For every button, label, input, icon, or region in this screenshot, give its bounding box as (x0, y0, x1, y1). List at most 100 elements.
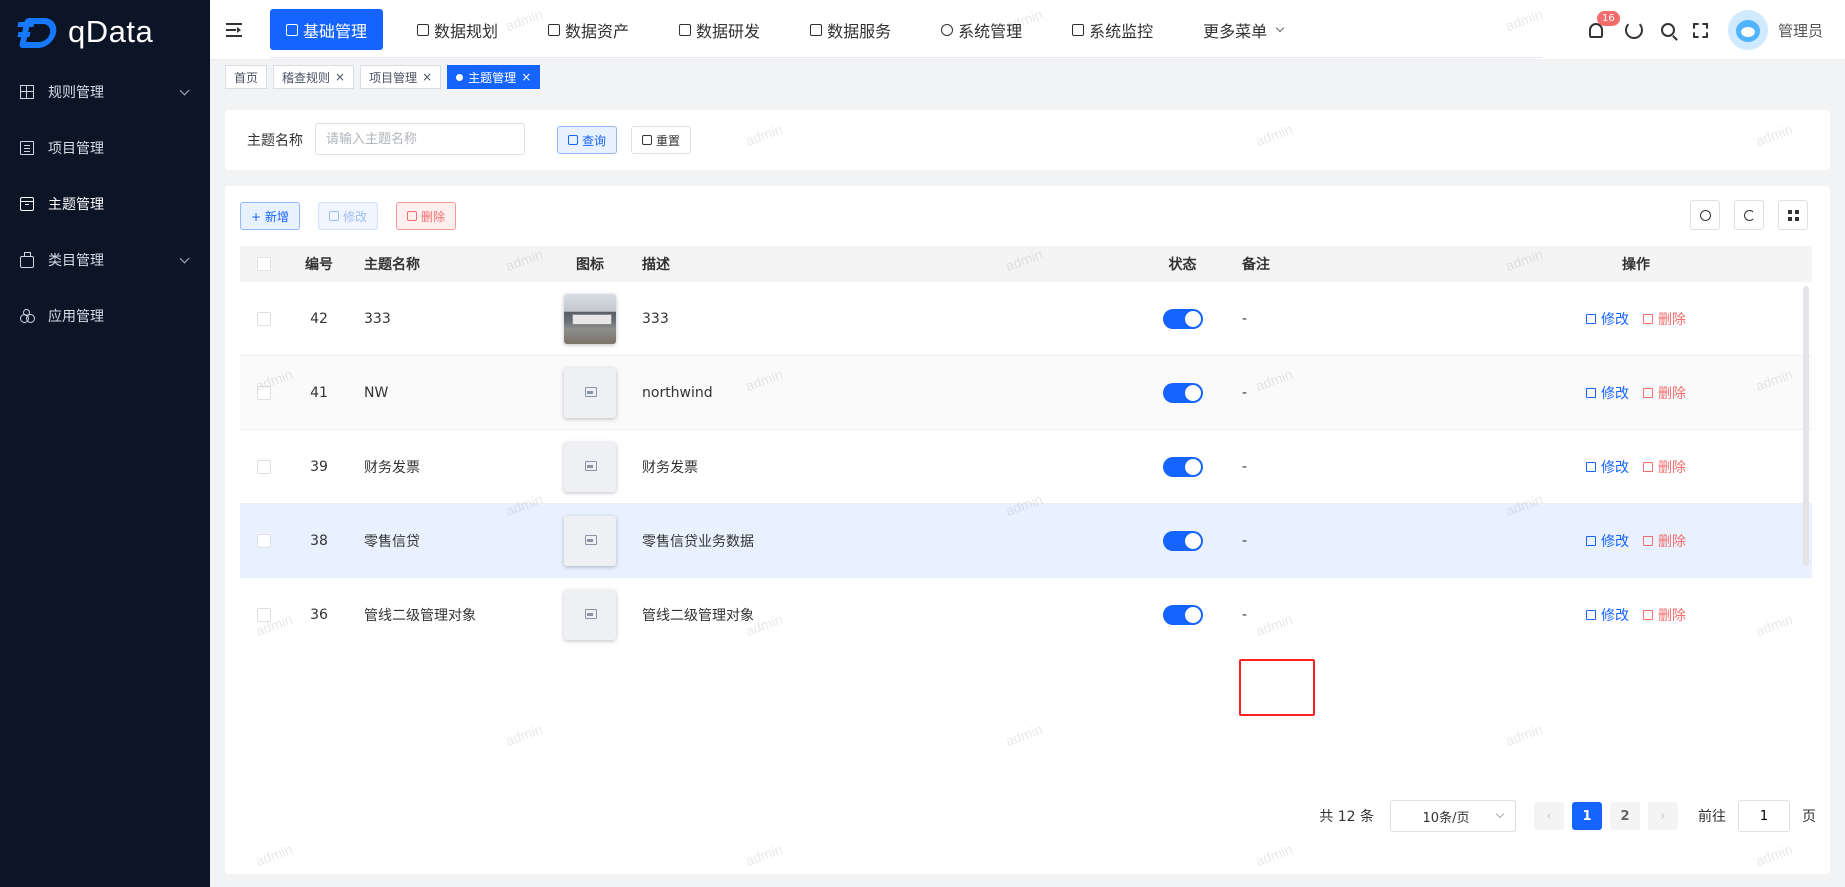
page-button-2[interactable]: 2 (1610, 802, 1640, 830)
tab-projects[interactable]: 项目管理 × (360, 65, 442, 89)
layers-icon (417, 23, 430, 36)
sidebar-item-topics[interactable]: 主题管理 (0, 176, 210, 232)
row-edit-button[interactable]: 修改 (1586, 383, 1629, 403)
nav-item-assets[interactable]: 数据资产 (532, 9, 645, 50)
sidebar-item-categories[interactable]: 类目管理 (0, 232, 210, 288)
nav-item-label: 数据资产 (565, 21, 630, 41)
nav-item-more[interactable]: 更多菜单 (1187, 9, 1299, 50)
row-checkbox[interactable] (257, 607, 271, 622)
refresh-button[interactable] (1734, 200, 1764, 230)
status-toggle[interactable] (1162, 308, 1203, 329)
tab-home[interactable]: 首页 (225, 65, 268, 89)
sidebar-item-rules[interactable]: 规则管理 (0, 64, 210, 120)
row-edit-button[interactable]: 修改 (1586, 531, 1629, 551)
search-icon[interactable] (1660, 23, 1675, 37)
edit-icon (1586, 313, 1596, 324)
columns-button[interactable] (1778, 200, 1808, 230)
refresh-icon[interactable] (1624, 21, 1643, 39)
sidebar-item-apps[interactable]: 应用管理 (0, 288, 210, 344)
page-size-select[interactable]: 10条/页 (1390, 800, 1516, 832)
topic-name-input[interactable] (315, 123, 525, 155)
trash-icon (1643, 461, 1653, 472)
goto-page-input[interactable] (1738, 800, 1790, 832)
search-icon (568, 135, 578, 145)
nav-item-label: 数据研发 (696, 21, 761, 41)
cell-remark: - (1242, 532, 1248, 549)
nav-item-label: 系统监控 (1089, 21, 1154, 41)
status-toggle[interactable] (1162, 604, 1203, 625)
fullscreen-icon[interactable] (1692, 22, 1708, 38)
row-edit-button[interactable]: 修改 (1586, 309, 1629, 329)
table-row[interactable]: 36 管线二级管理对象 管线二级管理对象 - 修改 删除 (240, 578, 1812, 649)
select-all-checkbox[interactable] (257, 257, 271, 271)
avatar[interactable] (1727, 10, 1768, 50)
row-checkbox[interactable] (257, 311, 271, 326)
sidebar-item-projects[interactable]: 项目管理 (0, 120, 210, 176)
edit-button[interactable]: 修改 (318, 202, 379, 230)
table-row[interactable]: 41 NW northwind - 修改 删除 (240, 356, 1812, 430)
logo[interactable]: qData (0, 0, 210, 64)
toggle-search-button[interactable] (1690, 200, 1720, 230)
image-placeholder-icon[interactable] (564, 589, 616, 640)
image-placeholder-icon[interactable] (564, 367, 616, 418)
username[interactable]: 管理员 (1778, 20, 1823, 41)
row-delete-button[interactable]: 删除 (1643, 605, 1686, 625)
nav-item-service[interactable]: 数据服务 (794, 9, 907, 50)
prev-page-button[interactable]: ‹ (1534, 802, 1564, 830)
page-suffix: 页 (1802, 809, 1816, 825)
clover-icon (20, 309, 35, 323)
table-row[interactable]: 39 财务发票 财务发票 - 修改 删除 (240, 430, 1812, 504)
nav-divider (270, 57, 1542, 58)
topic-image[interactable] (564, 293, 616, 344)
edit-icon (1586, 535, 1596, 546)
delete-button-label: 删除 (421, 209, 446, 224)
close-icon[interactable]: × (521, 70, 531, 84)
close-icon[interactable]: × (335, 70, 345, 84)
row-delete-button[interactable]: 删除 (1643, 383, 1686, 403)
image-placeholder-icon[interactable] (564, 441, 616, 492)
book-icon (548, 23, 561, 36)
nav-item-basic[interactable]: 基础管理 (270, 9, 384, 50)
cell-desc: 零售信贷业务数据 (642, 533, 754, 550)
tab-topics[interactable]: 主题管理 × (447, 65, 541, 89)
reset-button[interactable]: 重置 (631, 126, 692, 154)
row-edit-button[interactable]: 修改 (1586, 605, 1629, 625)
close-icon[interactable]: × (422, 70, 432, 84)
row-checkbox[interactable] (257, 459, 271, 474)
row-checkbox[interactable] (257, 385, 271, 400)
total-count: 共 12 条 (1319, 809, 1374, 825)
table-row[interactable]: 38 零售信贷 零售信贷业务数据 - 修改 删除 (240, 504, 1812, 578)
nav-item-dev[interactable]: 数据研发 (663, 9, 776, 50)
nav-item-system[interactable]: 系统管理 (925, 9, 1038, 50)
row-delete-label: 删除 (1658, 459, 1686, 476)
row-delete-label: 删除 (1658, 385, 1686, 402)
row-checkbox[interactable] (257, 533, 271, 548)
tab-label: 项目管理 (369, 70, 418, 85)
table-scrollbar[interactable] (1803, 286, 1809, 566)
nav-basic-icon (286, 23, 298, 36)
add-button[interactable]: + 新增 (240, 202, 300, 230)
next-page-button[interactable]: › (1648, 802, 1678, 830)
goto-label: 前往 (1698, 809, 1726, 825)
notification-button[interactable]: 16 (1588, 11, 1620, 39)
image-placeholder-icon[interactable] (564, 515, 616, 566)
menu-toggle-icon[interactable] (226, 23, 242, 37)
tab-audit-rules[interactable]: 稽查规则 × (273, 65, 355, 89)
row-edit-button[interactable]: 修改 (1586, 457, 1629, 477)
refresh-icon (1744, 210, 1755, 221)
nav-item-planning[interactable]: 数据规划 (401, 9, 514, 50)
delete-button[interactable]: 删除 (396, 202, 457, 230)
row-delete-button[interactable]: 删除 (1643, 457, 1686, 477)
sidebar-item-label: 项目管理 (48, 141, 104, 157)
row-delete-button[interactable]: 删除 (1643, 531, 1686, 551)
status-toggle[interactable] (1162, 382, 1203, 403)
row-delete-button[interactable]: 删除 (1643, 309, 1686, 329)
reset-icon (642, 135, 652, 145)
status-toggle[interactable] (1162, 456, 1203, 477)
nav-item-monitor[interactable]: 系统监控 (1056, 9, 1169, 50)
page-button-1[interactable]: 1 (1572, 802, 1602, 830)
query-button[interactable]: 查询 (557, 126, 618, 154)
monitor-icon (1072, 23, 1085, 36)
status-toggle[interactable] (1162, 530, 1203, 551)
table-row[interactable]: 42 333 333 - 修改 删除 (240, 282, 1812, 356)
